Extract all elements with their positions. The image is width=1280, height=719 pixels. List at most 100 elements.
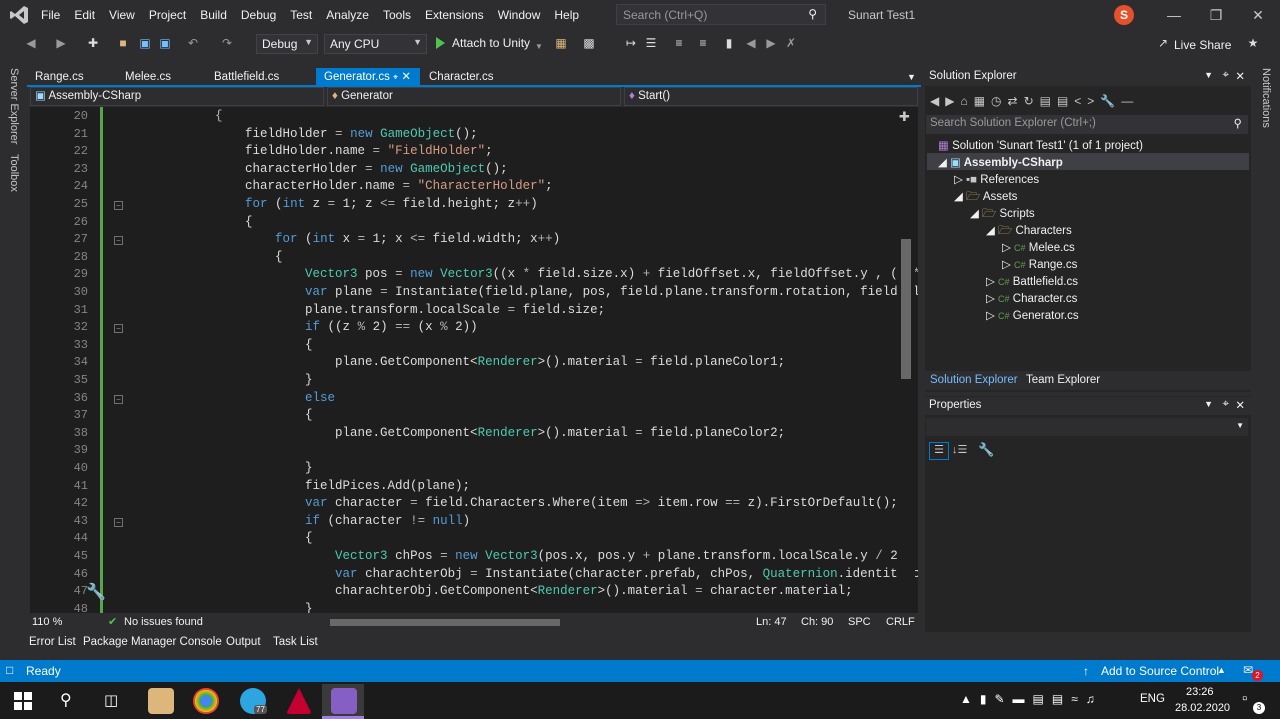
tab-package-manager-console[interactable]: Package Manager Console xyxy=(83,636,222,648)
code-line[interactable]: } xyxy=(125,602,313,613)
forward-icon[interactable]: ▶ xyxy=(54,36,68,50)
code-line[interactable]: else xyxy=(125,391,335,405)
code-line[interactable]: plane.GetComponent<Renderer>().material … xyxy=(125,426,785,440)
redo-icon[interactable]: ↷ xyxy=(220,36,234,50)
menu-test[interactable]: Test xyxy=(283,0,319,30)
search-icon[interactable]: ⚲ xyxy=(60,690,72,710)
menu-extensions[interactable]: Extensions xyxy=(418,0,491,30)
server-explorer-tab[interactable]: Server Explorer xyxy=(8,68,20,144)
chevron-up-icon[interactable]: ▲ xyxy=(1217,665,1226,675)
live-share-button[interactable]: Live Share xyxy=(1174,38,1231,52)
input-language[interactable]: ENG xyxy=(1140,693,1165,705)
code-line[interactable]: fieldHolder.name = "FieldHolder"; xyxy=(125,144,493,158)
minimize-button[interactable]: — xyxy=(1154,4,1194,26)
unity-icon[interactable]: ▦ xyxy=(554,36,568,50)
tab-solution-explorer[interactable]: Solution Explorer xyxy=(930,374,1018,386)
code-editor[interactable]: 20 {21 fieldHolder = new GameObject(); 22… xyxy=(30,107,918,613)
menu-build[interactable]: Build xyxy=(193,0,234,30)
code-line[interactable]: plane.transform.localScale = field.size; xyxy=(125,303,605,317)
code-line[interactable]: { xyxy=(125,338,313,352)
screenshot-icon[interactable]: ▩ xyxy=(582,36,596,50)
split-icon[interactable]: ✚ xyxy=(899,109,910,125)
action-center-icon[interactable]: ▫ xyxy=(1242,690,1247,707)
notifications-tab[interactable]: Notifications xyxy=(1260,68,1272,128)
fold-toggle-icon[interactable]: − xyxy=(114,201,123,210)
close-icon[interactable]: ✕ xyxy=(1235,69,1245,83)
tree-range[interactable]: ▷ C# Range.cs xyxy=(1002,257,1077,271)
code-line[interactable]: Vector3 pos = new Vector3((x * field.siz… xyxy=(125,267,918,281)
menu-edit[interactable]: Edit xyxy=(67,0,102,30)
step-icon[interactable]: ↦ xyxy=(624,36,638,50)
chrome-icon[interactable] xyxy=(193,688,219,714)
quick-actions-icon[interactable]: 🔧 xyxy=(86,582,106,602)
attach-to-unity-button[interactable]: Attach to Unity xyxy=(452,36,530,50)
tree-battlefield[interactable]: ▷ C# Battlefield.cs xyxy=(986,274,1078,288)
comment-icon[interactable]: ≡ xyxy=(672,36,686,50)
file-explorer-icon[interactable] xyxy=(148,688,174,714)
menu-tools[interactable]: Tools xyxy=(376,0,418,30)
menu-analyze[interactable]: Analyze xyxy=(319,0,376,30)
code-line[interactable]: for (int z = 1; z <= field.height; z++) xyxy=(125,197,538,211)
feedback-icon[interactable]: ★ xyxy=(1246,36,1260,50)
pin-icon[interactable]: ⌖ xyxy=(1223,69,1229,82)
chevron-down-icon[interactable]: ▼ xyxy=(1204,70,1213,80)
code-line[interactable]: charachterObj.GetComponent<Renderer>().m… xyxy=(125,584,853,598)
tab-output[interactable]: Output xyxy=(226,636,261,648)
task-view-icon[interactable]: ◫ xyxy=(104,691,118,709)
tab-character[interactable]: Character.cs xyxy=(421,68,502,86)
tab-generator[interactable]: Generator.cs ⌖ ✕ xyxy=(316,68,420,86)
code-line[interactable]: } xyxy=(125,461,313,475)
fold-toggle-icon[interactable]: − xyxy=(114,324,123,334)
code-line[interactable]: if (character != null) xyxy=(125,514,470,528)
pin-icon[interactable]: ⌖ xyxy=(393,72,398,82)
tab-team-explorer[interactable]: Team Explorer xyxy=(1026,374,1100,386)
visual-studio-taskbar-icon[interactable] xyxy=(331,688,357,714)
maximize-button[interactable]: ❐ xyxy=(1196,4,1236,26)
properties-object-select[interactable]: ▼ xyxy=(926,418,1248,436)
system-tray-icons[interactable]: ▲▮✎▬▤▤≈♫ xyxy=(960,692,1103,706)
code-line[interactable]: characterHolder.name = "CharacterHolder"… xyxy=(125,179,553,193)
clock-time[interactable]: 23:26 xyxy=(1186,686,1214,698)
menu-window[interactable]: Window xyxy=(491,0,548,30)
alphabetical-icon[interactable]: ↓☰ xyxy=(952,443,967,456)
menu-file[interactable]: File xyxy=(34,0,67,30)
open-folder-icon[interactable]: ■ xyxy=(116,36,130,50)
code-line[interactable]: { xyxy=(125,408,313,422)
fold-toggle-icon[interactable]: − xyxy=(114,236,123,246)
tree-references[interactable]: ▷ ▪■ References xyxy=(954,172,1039,186)
configuration-select[interactable]: Debug ▼ xyxy=(256,34,318,54)
issues-status[interactable]: No issues found xyxy=(124,616,203,628)
search-input[interactable]: Search (Ctrl+Q) ⚲ xyxy=(616,4,826,25)
platform-select[interactable]: Any CPU ▼ xyxy=(324,34,427,54)
tree-character[interactable]: ▷ C# Character.cs xyxy=(986,291,1077,305)
tree-generator[interactable]: ▷ C# Generator.cs xyxy=(986,308,1079,322)
indent-icon[interactable]: ☰ xyxy=(644,36,658,50)
uncomment-icon[interactable]: ≡ xyxy=(696,36,710,50)
solution-explorer-toolbar[interactable]: ◀▶⌂▦◷⇄↻▤▤<>🔧— xyxy=(930,94,1139,108)
code-line[interactable]: characterHolder = new GameObject(); xyxy=(125,162,508,176)
chevron-down-icon[interactable]: ▼ xyxy=(1204,399,1213,409)
bookmark-icon[interactable]: ▮ xyxy=(722,36,736,50)
clock-date[interactable]: 28.02.2020 xyxy=(1175,702,1230,714)
menu-view[interactable]: View xyxy=(102,0,142,30)
member-navbar[interactable]: ♦ Start() xyxy=(624,87,918,106)
code-line[interactable]: var character = field.Characters.Where(i… xyxy=(125,496,898,510)
close-tab-icon[interactable]: ✕ xyxy=(401,71,411,83)
save-all-icon[interactable]: ▣ xyxy=(158,36,172,50)
prev-bookmark-icon[interactable]: ◀ xyxy=(744,36,758,50)
new-item-icon[interactable]: ✚ xyxy=(86,36,100,50)
undo-icon[interactable]: ↶ xyxy=(186,36,200,50)
code-line[interactable]: Vector3 chPos = new Vector3(pos.x, pos.y… xyxy=(125,549,918,563)
save-icon[interactable]: ▣ xyxy=(138,36,152,50)
menu-project[interactable]: Project xyxy=(142,0,193,30)
code-line[interactable]: if ((z % 2) == (x % 2)) xyxy=(125,320,478,334)
horizontal-scrollbar-thumb[interactable] xyxy=(330,619,560,626)
code-line[interactable]: fieldPices.Add(plane); xyxy=(125,479,470,493)
code-line[interactable]: for (int x = 1; x <= field.width; x++) xyxy=(125,232,560,246)
pin-icon[interactable]: ⌖ xyxy=(1223,398,1229,411)
zoom-level[interactable]: 110 % xyxy=(32,616,62,628)
clear-bookmarks-icon[interactable]: ✗ xyxy=(784,36,798,50)
tab-overflow-icon[interactable]: ▼ xyxy=(899,68,924,86)
next-bookmark-icon[interactable]: ▶ xyxy=(764,36,778,50)
code-line[interactable]: { xyxy=(125,531,313,545)
